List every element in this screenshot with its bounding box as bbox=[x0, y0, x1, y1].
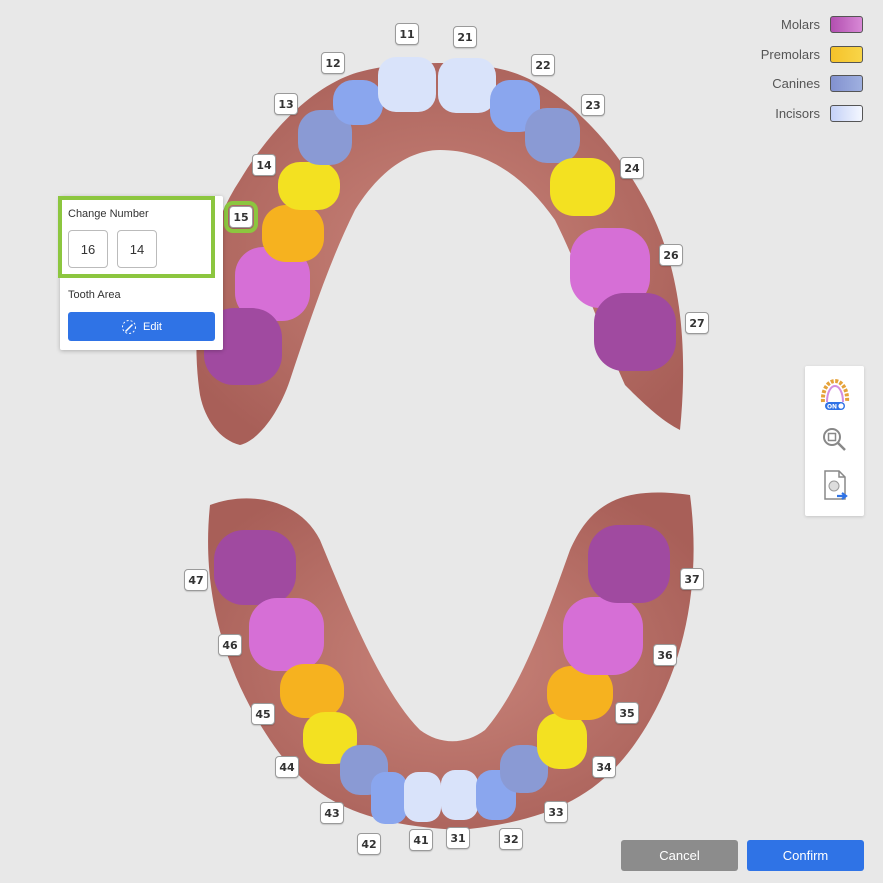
tooth-label-42[interactable]: 42 bbox=[357, 833, 381, 855]
tooth-24[interactable] bbox=[550, 158, 615, 216]
tooth-36[interactable] bbox=[563, 597, 643, 675]
tooth-37[interactable] bbox=[588, 525, 670, 603]
tooth-41[interactable] bbox=[404, 772, 441, 822]
tooth-15[interactable] bbox=[262, 205, 324, 262]
tooth-label-33[interactable]: 33 bbox=[544, 801, 568, 823]
brush-icon bbox=[122, 319, 137, 334]
legend-item-molars: Molars bbox=[761, 10, 863, 40]
tooth-12[interactable] bbox=[333, 80, 383, 125]
tooth-type-legend: Molars Premolars Canines Incisors bbox=[761, 10, 863, 128]
legend-swatch-premolars bbox=[830, 45, 863, 63]
confirm-button[interactable]: Confirm bbox=[747, 840, 864, 871]
legend-label: Molars bbox=[780, 17, 820, 33]
legend-item-premolars: Premolars bbox=[761, 40, 863, 70]
tooth-label-35[interactable]: 35 bbox=[615, 702, 639, 724]
arch-toggle-state-label: ON bbox=[827, 404, 837, 411]
tooth-label-31[interactable]: 31 bbox=[446, 827, 470, 849]
dental-arch-toggle-icon[interactable]: ON bbox=[817, 376, 853, 412]
tooth-label-37[interactable]: 37 bbox=[680, 568, 704, 590]
tooth-31[interactable] bbox=[441, 770, 478, 820]
scan-viewport[interactable]: 11 21 12 22 13 23 14 24 15 26 27 47 37 4… bbox=[0, 0, 883, 883]
legend-swatch-incisors bbox=[830, 104, 863, 122]
tooth-label-21[interactable]: 21 bbox=[453, 26, 477, 48]
tooth-area-label: Tooth Area bbox=[68, 289, 121, 301]
tooth-34[interactable] bbox=[537, 713, 587, 769]
view-tool-panel: ON bbox=[805, 366, 864, 516]
tooth-label-45[interactable]: 45 bbox=[251, 703, 275, 725]
tooth-edit-popup: Change Number 16 14 Tooth Area Edit bbox=[58, 196, 223, 350]
tooth-label-41[interactable]: 41 bbox=[409, 829, 433, 851]
tooth-23[interactable] bbox=[525, 108, 580, 163]
tooth-14[interactable] bbox=[278, 162, 340, 210]
legend-label: Incisors bbox=[775, 105, 820, 121]
cancel-button[interactable]: Cancel bbox=[621, 840, 738, 871]
tooth-42[interactable] bbox=[371, 772, 407, 824]
number-option-14[interactable]: 14 bbox=[117, 230, 157, 268]
tooth-label-34[interactable]: 34 bbox=[592, 756, 616, 778]
tooth-label-13[interactable]: 13 bbox=[274, 93, 298, 115]
tooth-label-22[interactable]: 22 bbox=[531, 54, 555, 76]
edit-tooth-area-button[interactable]: Edit bbox=[68, 312, 215, 341]
tooth-21[interactable] bbox=[438, 58, 496, 113]
jaw-scan-view bbox=[196, 57, 694, 830]
edit-button-label: Edit bbox=[143, 320, 162, 333]
legend-swatch-molars bbox=[830, 16, 863, 34]
tooth-label-47[interactable]: 47 bbox=[184, 569, 208, 591]
legend-label: Premolars bbox=[760, 46, 820, 62]
zoom-fit-icon[interactable] bbox=[817, 422, 853, 458]
tooth-label-44[interactable]: 44 bbox=[275, 756, 299, 778]
legend-item-canines: Canines bbox=[761, 69, 863, 99]
legend-swatch-canines bbox=[830, 75, 863, 93]
export-model-icon[interactable] bbox=[817, 468, 853, 504]
tooth-45[interactable] bbox=[280, 664, 344, 718]
tooth-label-26[interactable]: 26 bbox=[659, 244, 683, 266]
tooth-label-46[interactable]: 46 bbox=[218, 634, 242, 656]
tooth-label-11[interactable]: 11 bbox=[395, 23, 419, 45]
tooth-27[interactable] bbox=[594, 293, 676, 371]
tooth-47[interactable] bbox=[214, 530, 296, 605]
tooth-label-15-selected[interactable]: 15 bbox=[224, 201, 258, 233]
tooth-label-23[interactable]: 23 bbox=[581, 94, 605, 116]
tooth-11[interactable] bbox=[378, 57, 436, 112]
change-number-label: Change Number bbox=[68, 208, 149, 220]
legend-label: Canines bbox=[772, 76, 820, 92]
tooth-label-24[interactable]: 24 bbox=[620, 157, 644, 179]
tooth-label-12[interactable]: 12 bbox=[321, 52, 345, 74]
tooth-46[interactable] bbox=[249, 598, 324, 671]
tooth-label-14[interactable]: 14 bbox=[252, 154, 276, 176]
number-option-16[interactable]: 16 bbox=[68, 230, 108, 268]
tooth-label-32[interactable]: 32 bbox=[499, 828, 523, 850]
tooth-label-27[interactable]: 27 bbox=[685, 312, 709, 334]
tooth-label-43[interactable]: 43 bbox=[320, 802, 344, 824]
tooth-label-36[interactable]: 36 bbox=[653, 644, 677, 666]
legend-item-incisors: Incisors bbox=[761, 99, 863, 129]
